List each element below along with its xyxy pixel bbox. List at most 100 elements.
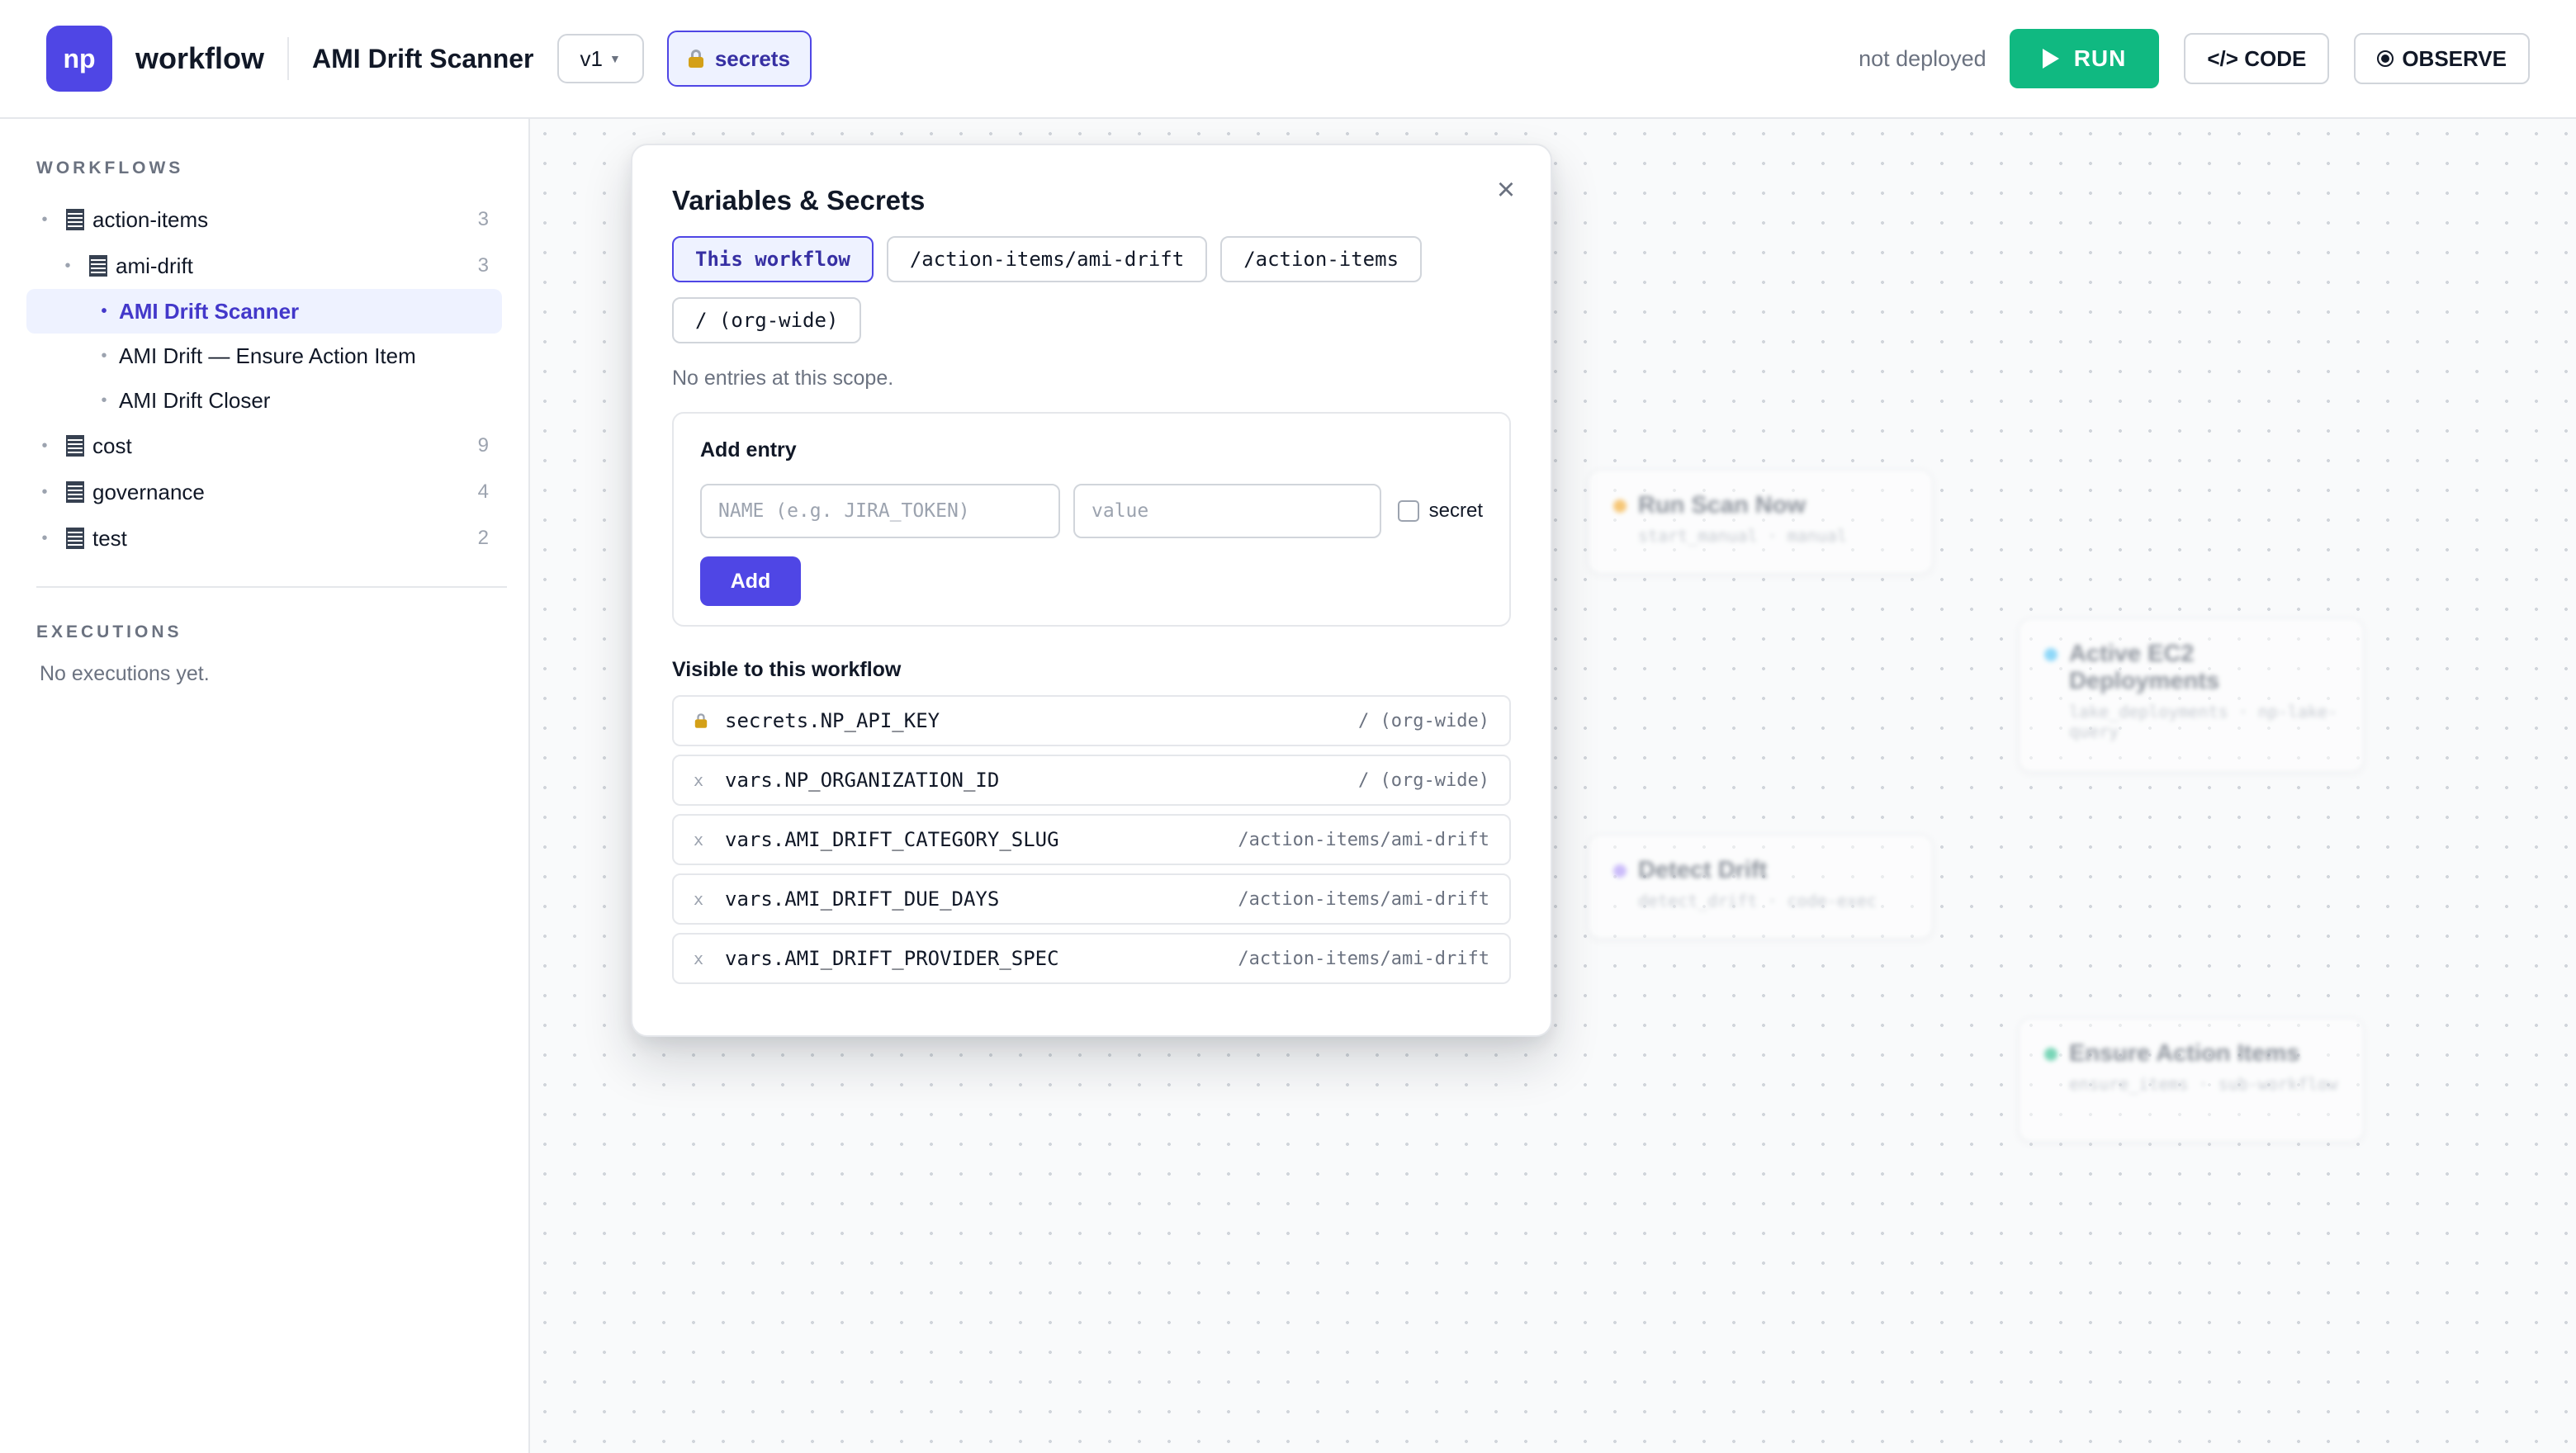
lock-icon (688, 50, 703, 68)
add-entry-title: Add entry (700, 438, 797, 461)
name-input[interactable] (700, 484, 1060, 538)
observe-label: OBSERVE (2402, 45, 2507, 71)
scope-ami-drift[interactable]: /action-items/ami-drift (886, 236, 1208, 282)
entry-name: secrets.NP_API_KEY (725, 709, 940, 732)
version-label: v1 (580, 45, 603, 71)
bullet-icon: • (64, 256, 71, 275)
add-entry-panel: Add entry secret Add (672, 412, 1511, 627)
var-icon: x (694, 770, 704, 790)
tree-label: test (92, 525, 127, 551)
secret-checkbox[interactable] (1397, 500, 1419, 522)
bullet-icon: • (101, 301, 107, 320)
chevron-down-icon: ▼ (608, 52, 621, 65)
secrets-label: secrets (714, 45, 790, 71)
node-detect-drift[interactable]: Detect Drift detect_drift · code-exec (1587, 834, 1934, 939)
tree-count: 2 (477, 527, 489, 549)
entry-scope: /action-items/ami-drift (1238, 829, 1489, 850)
scope-action-items[interactable]: /action-items (1220, 236, 1423, 282)
tree-folder-test[interactable]: • test 2 (26, 515, 502, 561)
node-status-dot (2044, 648, 2057, 661)
value-input[interactable] (1073, 484, 1381, 538)
secret-toggle[interactable]: secret (1397, 499, 1483, 523)
code-button[interactable]: </> CODE (2184, 33, 2330, 84)
tree-count: 3 (477, 254, 489, 277)
visible-section-title: Visible to this workflow (672, 658, 902, 681)
node-status-dot (2044, 1048, 2057, 1061)
header-divider (287, 37, 290, 80)
entry-row: x vars.NP_ORGANIZATION_ID / (org-wide) (672, 755, 1511, 806)
folder-icon (66, 481, 84, 503)
folder-icon (66, 528, 84, 549)
tree-label: AMI Drift — Ensure Action Item (119, 343, 416, 368)
entry-name: vars.AMI_DRIFT_DUE_DAYS (725, 887, 1000, 911)
tree-label: governance (92, 479, 205, 504)
workflows-heading: WORKFLOWS (36, 159, 184, 177)
tree-folder-governance[interactable]: • governance 4 (26, 469, 502, 515)
tree-count: 4 (477, 480, 489, 503)
bullet-icon: • (41, 482, 48, 501)
entry-scope: /action-items/ami-drift (1238, 888, 1489, 910)
entry-row: x vars.AMI_DRIFT_DUE_DAYS /action-items/… (672, 873, 1511, 925)
sidebar-divider (36, 586, 507, 588)
tree-label: cost (92, 433, 132, 458)
tree-item-ami-drift-ensure[interactable]: • AMI Drift — Ensure Action Item (26, 334, 502, 378)
tree-label: AMI Drift Scanner (119, 298, 300, 324)
workflow-title: AMI Drift Scanner (312, 43, 534, 73)
app-name: workflow (135, 41, 265, 75)
node-subtitle: detect_drift · code-exec (1638, 891, 1877, 911)
lock-icon (694, 712, 717, 730)
bullet-icon: • (41, 528, 48, 547)
entry-row: secrets.NP_API_KEY / (org-wide) (672, 695, 1511, 746)
secrets-button[interactable]: secrets (666, 31, 812, 87)
tree-item-ami-drift-closer[interactable]: • AMI Drift Closer (26, 378, 502, 423)
close-icon[interactable]: × (1491, 174, 1521, 206)
var-icon: x (694, 889, 704, 909)
scope-org-wide[interactable]: / (org-wide) (672, 297, 862, 343)
tree-folder-ami-drift[interactable]: • ami-drift 3 (26, 243, 502, 289)
tree-folder-cost[interactable]: • cost 9 (26, 423, 502, 469)
observe-button[interactable]: OBSERVE (2354, 33, 2530, 84)
entry-name: vars.AMI_DRIFT_CATEGORY_SLUG (725, 828, 1059, 851)
observe-icon (2377, 50, 2394, 67)
executions-empty: No executions yet. (40, 662, 210, 685)
add-entry-row: secret (700, 484, 1483, 538)
node-ensure-action-items[interactable]: Ensure Action Items ensure_items · sub-w… (2018, 1017, 2365, 1143)
node-active-ec2-deployments[interactable]: Active EC2 Deployments lake_deployments … (2018, 618, 2365, 773)
tree-count: 3 (477, 208, 489, 230)
header-actions: not deployed RUN </> CODE OBSERVE (1859, 29, 2530, 88)
scope-selector: This workflow /action-items/ami-drift /a… (672, 236, 1440, 343)
sidebar: WORKFLOWS • action-items 3 • ami-drift 3… (0, 119, 530, 1453)
folder-icon (66, 435, 84, 457)
node-subtitle: lake_deployments · np-lake-query (2069, 702, 2338, 741)
var-icon: x (694, 830, 704, 850)
entry-scope: / (org-wide) (1358, 769, 1489, 791)
code-label: </> CODE (2207, 45, 2307, 71)
node-run-scan-now[interactable]: Run Scan Now start_manual · manual (1587, 469, 1934, 575)
run-button[interactable]: RUN (2009, 29, 2160, 88)
tree-item-ami-drift-scanner[interactable]: • AMI Drift Scanner (26, 289, 502, 334)
entry-name: vars.AMI_DRIFT_PROVIDER_SPEC (725, 947, 1059, 970)
version-select[interactable]: v1 ▼ (556, 34, 644, 83)
node-title: Active EC2 Deployments (2069, 641, 2220, 694)
dialog-title: Variables & Secrets (672, 185, 926, 215)
play-icon (2042, 49, 2059, 69)
entry-name: vars.NP_ORGANIZATION_ID (725, 769, 1000, 792)
bullet-icon: • (41, 436, 48, 455)
folder-icon (89, 255, 107, 277)
entry-row: x vars.AMI_DRIFT_PROVIDER_SPEC /action-i… (672, 933, 1511, 984)
folder-icon (66, 209, 84, 230)
entry-scope: / (org-wide) (1358, 710, 1489, 731)
visible-entries-list: secrets.NP_API_KEY / (org-wide) x vars.N… (672, 695, 1511, 984)
scope-this-workflow[interactable]: This workflow (672, 236, 874, 282)
run-label: RUN (2073, 45, 2127, 71)
entry-scope: /action-items/ami-drift (1238, 948, 1489, 969)
app-logo[interactable]: np (46, 26, 112, 92)
add-button[interactable]: Add (700, 556, 801, 606)
node-title: Detect Drift (1638, 857, 1768, 883)
tree-folder-action-items[interactable]: • action-items 3 (26, 196, 502, 243)
tree-label: ami-drift (116, 253, 193, 278)
bullet-icon: • (101, 390, 107, 409)
variables-secrets-dialog: Variables & Secrets × This workflow /act… (631, 144, 1552, 1037)
node-subtitle: start_manual · manual (1638, 526, 1847, 546)
node-title: Run Scan Now (1638, 492, 1807, 518)
